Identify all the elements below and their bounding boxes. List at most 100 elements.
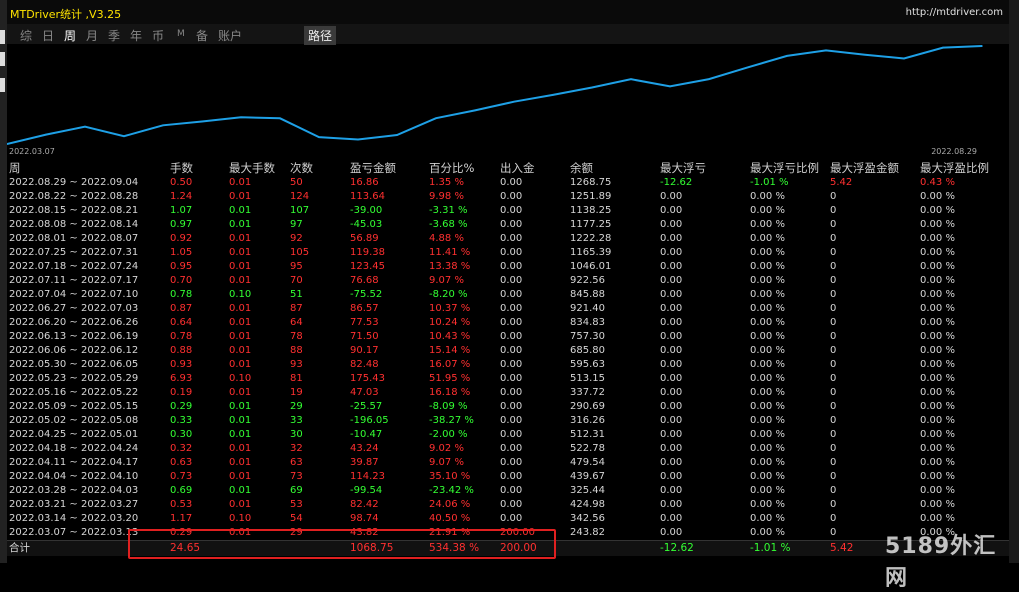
table-row[interactable]: 2022.05.02 ~ 2022.05.08 0.33 0.01 33 -196.05… [7, 414, 1009, 428]
column-header[interactable]: 出入金 [500, 160, 535, 176]
table-cell-pl: 71.50 [350, 331, 379, 342]
total-max-float-profit: 5.42 [830, 542, 854, 554]
tab-currency[interactable]: 币 [152, 27, 164, 44]
chart-point [123, 135, 125, 137]
table-row[interactable]: 2022.03.14 ~ 2022.03.20 1.17 0.10 54 98.74 40… [7, 512, 1009, 526]
table-cell-mfep: 0.00 % [920, 247, 955, 258]
table-row[interactable]: 2022.05.16 ~ 2022.05.22 0.19 0.01 19 47.03 16… [7, 386, 1009, 400]
table-cell-lots: 0.95 [170, 261, 193, 272]
chart-point [669, 85, 671, 88]
tab-m[interactable]: M [177, 29, 185, 39]
table-cell-mfep: 0.00 % [920, 219, 955, 230]
table-cell-io: 0.00 [500, 317, 523, 328]
table-cell-cnt: 92 [290, 233, 303, 244]
website-link[interactable]: http://mtdriver.com [906, 7, 1003, 18]
table-cell-d: 2022.04.18 ~ 2022.04.24 [9, 443, 139, 454]
table-cell-mfe: 0 [830, 219, 837, 230]
table-row[interactable]: 2022.08.01 ~ 2022.08.07 0.92 0.01 92 56.89 4.… [7, 232, 1009, 246]
table-row[interactable]: 2022.04.04 ~ 2022.04.10 0.73 0.01 73 114.23 3… [7, 470, 1009, 484]
column-header[interactable]: 最大浮盈金额 [830, 160, 899, 176]
table-cell-pct: 10.37 % [429, 303, 471, 314]
table-cell-mfep: 0.43 % [920, 177, 955, 188]
table-cell-mddp: 0.00 % [750, 429, 785, 440]
table-cell-d: 2022.07.11 ~ 2022.07.17 [9, 275, 139, 286]
table-cell-cnt: 81 [290, 373, 303, 384]
table-row[interactable]: 2022.04.11 ~ 2022.04.17 0.63 0.01 63 39.87 9.… [7, 456, 1009, 470]
table-cell-lots: 1.05 [170, 247, 193, 258]
table-row[interactable]: 2022.07.04 ~ 2022.07.10 0.78 0.10 51 -75.52 -… [7, 288, 1009, 302]
table-cell-mfep: 0.00 % [920, 373, 955, 384]
table-cell-pct: 9.07 % [429, 275, 464, 286]
column-header[interactable]: 盈亏金额 [350, 160, 396, 176]
column-header[interactable]: 次数 [290, 160, 313, 176]
table-cell-bal: 834.83 [570, 317, 605, 328]
column-header[interactable]: 最大浮盈比例 [920, 160, 989, 176]
table-row[interactable]: 2022.05.09 ~ 2022.05.15 0.29 0.01 29 -25.57 -… [7, 400, 1009, 414]
column-header[interactable]: 最大浮亏 [660, 160, 706, 176]
table-row[interactable]: 2022.08.15 ~ 2022.08.21 1.07 0.01 107 -39.00… [7, 204, 1009, 218]
table-cell-maxlot: 0.01 [229, 261, 252, 272]
table-cell-lots: 0.92 [170, 233, 193, 244]
table-cell-mddp: 0.00 % [750, 499, 785, 510]
table-row[interactable]: 2022.07.11 ~ 2022.07.17 0.70 0.01 70 76.68 9.… [7, 274, 1009, 288]
table-cell-cnt: 78 [290, 331, 303, 342]
tab-notes[interactable]: 备 [196, 27, 208, 44]
column-header[interactable]: 最大手数 [229, 160, 275, 176]
tab-summary[interactable]: 综 [20, 27, 32, 44]
table-row[interactable]: 2022.06.13 ~ 2022.06.19 0.78 0.01 78 71.50 10… [7, 330, 1009, 344]
table-cell-bal: 522.78 [570, 443, 605, 454]
chart-point [630, 78, 632, 81]
column-header[interactable]: 周 [9, 160, 21, 176]
table-cell-mfe: 0 [830, 499, 837, 510]
table-row[interactable]: 2022.06.06 ~ 2022.06.12 0.88 0.01 88 90.17 15… [7, 344, 1009, 358]
table-row[interactable]: 2022.08.22 ~ 2022.08.28 1.24 0.01 124 113.64… [7, 190, 1009, 204]
table-row[interactable]: 2022.07.18 ~ 2022.07.24 0.95 0.01 95 123.45 1… [7, 260, 1009, 274]
table-cell-pl: 77.53 [350, 317, 379, 328]
column-header[interactable]: 手数 [170, 160, 193, 176]
table-cell-bal: 316.26 [570, 415, 605, 426]
table-cell-pl: 56.89 [350, 233, 379, 244]
table-cell-maxlot: 0.01 [229, 471, 252, 482]
column-header[interactable]: 余额 [570, 160, 593, 176]
table-cell-mddp: 0.00 % [750, 289, 785, 300]
table-cell-mfep: 0.00 % [920, 331, 955, 342]
table-row[interactable]: 2022.03.21 ~ 2022.03.27 0.53 0.01 53 82.42 24… [7, 498, 1009, 512]
table-cell-d: 2022.05.02 ~ 2022.05.08 [9, 415, 139, 426]
table-cell-mddp: 0.00 % [750, 485, 785, 496]
path-button[interactable]: 路径 [304, 26, 337, 45]
table-cell-pl: 113.64 [350, 191, 385, 202]
table-cell-d: 2022.03.07 ~ 2022.03.13 [9, 527, 139, 538]
table-row[interactable]: 2022.04.18 ~ 2022.04.24 0.32 0.01 32 43.24 9.… [7, 442, 1009, 456]
tab-day[interactable]: 日 [42, 27, 54, 44]
tab-week[interactable]: 周 [64, 27, 76, 44]
table-row[interactable]: 2022.06.27 ~ 2022.07.03 0.87 0.01 87 86.57 10… [7, 302, 1009, 316]
tab-quarter[interactable]: 季 [108, 27, 120, 44]
table-row[interactable]: 2022.07.25 ~ 2022.07.31 1.05 0.01 105 119.38… [7, 246, 1009, 260]
table-row[interactable]: 2022.08.29 ~ 2022.09.04 0.50 0.01 50 16.86 1.… [7, 176, 1009, 190]
column-header[interactable]: 最大浮亏比例 [750, 160, 819, 176]
table-cell-io: 0.00 [500, 415, 523, 426]
tab-month[interactable]: 月 [86, 27, 98, 44]
table-cell-mfe: 0 [830, 387, 837, 398]
table-cell-maxlot: 0.01 [229, 443, 252, 454]
table-cell-pl: -99.54 [350, 485, 383, 496]
tab-year[interactable]: 年 [130, 27, 142, 44]
table-cell-mdd: 0.00 [660, 401, 683, 412]
table-cell-d: 2022.06.20 ~ 2022.06.26 [9, 317, 139, 328]
table-cell-d: 2022.08.08 ~ 2022.08.14 [9, 219, 139, 230]
table-cell-mdd: 0.00 [660, 387, 683, 398]
table-row[interactable]: 2022.03.28 ~ 2022.04.03 0.69 0.01 69 -99.54 -… [7, 484, 1009, 498]
table-cell-mfep: 0.00 % [920, 275, 955, 286]
table-row[interactable]: 2022.04.25 ~ 2022.05.01 0.30 0.01 30 -10.47 -… [7, 428, 1009, 442]
column-header[interactable]: 百分比% [429, 160, 474, 176]
table-cell-pct: -23.42 % [429, 485, 474, 496]
tab-account[interactable]: 账户 [218, 27, 242, 44]
table-row[interactable]: 2022.05.30 ~ 2022.06.05 0.93 0.01 93 82.48 16… [7, 358, 1009, 372]
table-row[interactable]: 2022.06.20 ~ 2022.06.26 0.64 0.01 64 77.53 10… [7, 316, 1009, 330]
table-cell-mdd: 0.00 [660, 289, 683, 300]
table-row[interactable]: 2022.08.08 ~ 2022.08.14 0.97 0.01 97 -45.03 -… [7, 218, 1009, 232]
table-cell-pl: -10.47 [350, 429, 383, 440]
chart-point [513, 100, 515, 103]
table-cell-pl: 123.45 [350, 261, 385, 272]
table-row[interactable]: 2022.05.23 ~ 2022.05.29 6.93 0.10 81 175.43 5… [7, 372, 1009, 386]
